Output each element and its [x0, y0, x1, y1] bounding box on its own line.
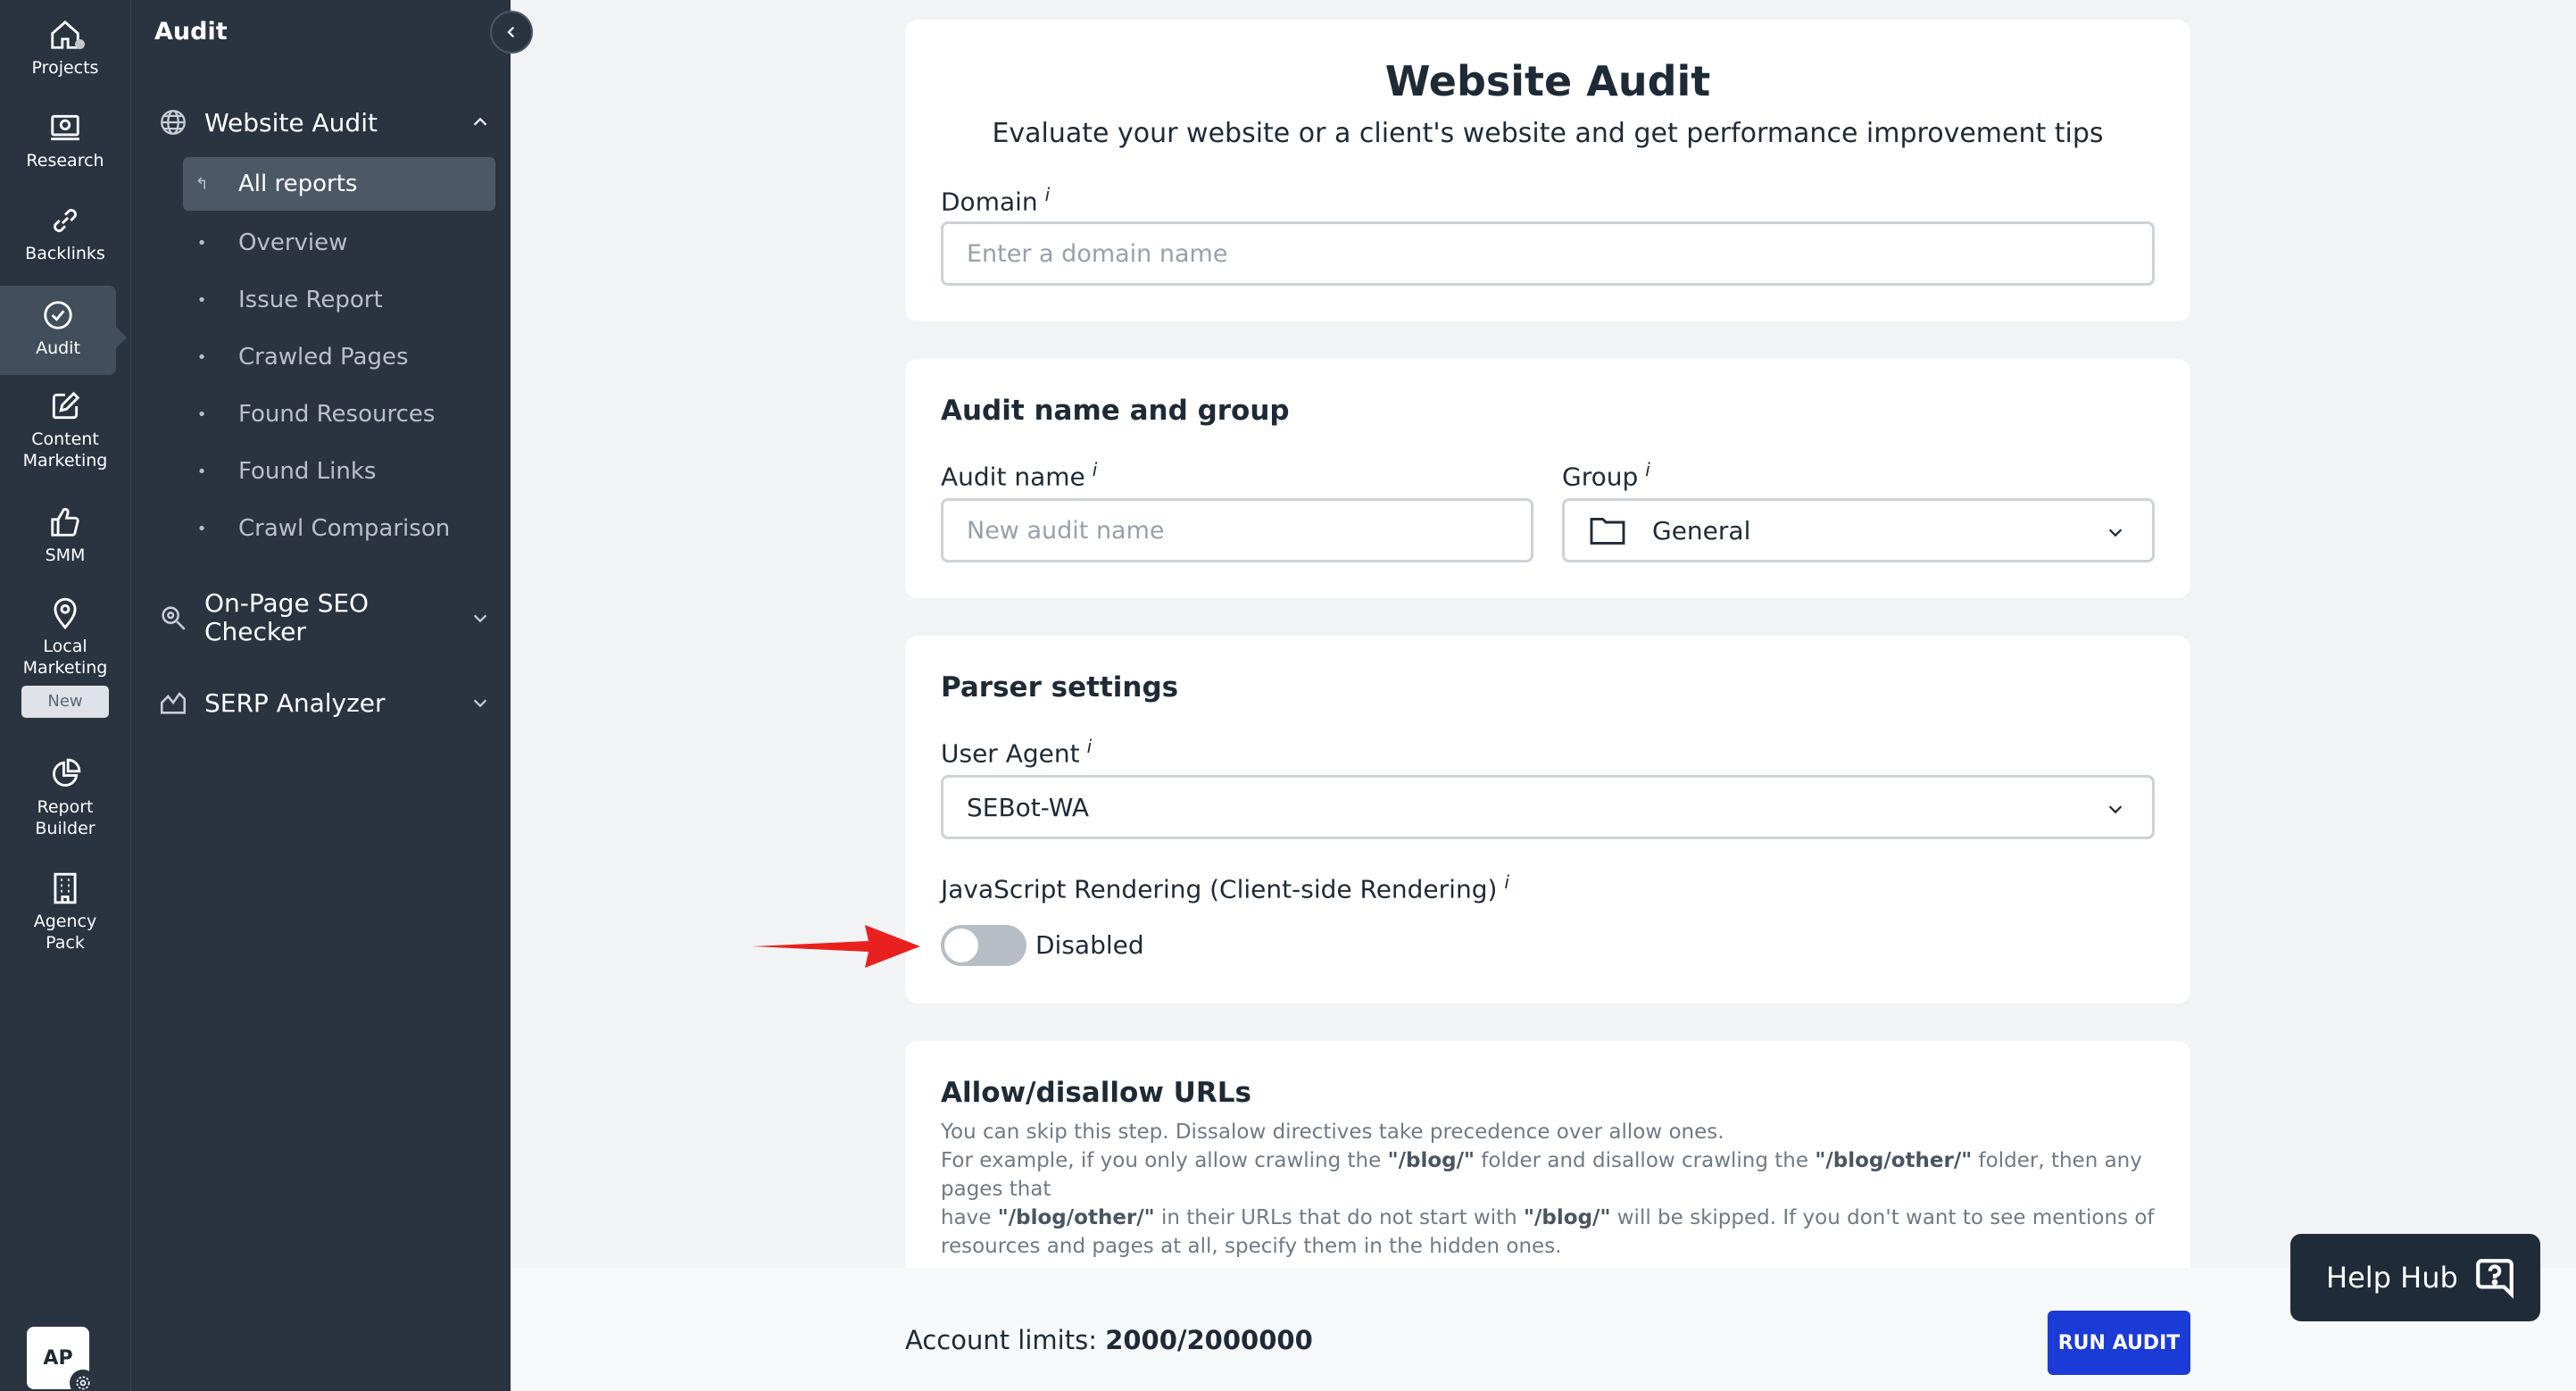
js-rendering-toggle[interactable]	[941, 925, 1026, 966]
secondary-sidebar: Audit Website Audit ↰ All reports • Over…	[130, 0, 533, 1391]
user-agent-select[interactable]: SEBot-WA	[941, 775, 2155, 839]
info-icon[interactable]: i	[1045, 184, 1051, 205]
parser-section-title: Parser settings	[941, 671, 1179, 704]
js-rendering-state: Disabled	[1035, 930, 1144, 960]
notification-dot	[75, 39, 85, 49]
sidebar-section-serp-analyzer[interactable]: SERP Analyzer	[158, 687, 487, 718]
info-icon[interactable]: i	[1504, 871, 1509, 893]
sidebar-item-overview[interactable]: • Overview	[183, 216, 495, 270]
chevron-down-icon	[2108, 529, 2123, 537]
js-rendering-label: JavaScript Rendering (Client-side Render…	[941, 871, 1509, 904]
toggle-knob	[944, 929, 978, 962]
sidebar-item-issue-report[interactable]: • Issue Report	[183, 273, 495, 327]
audit-name-label: Audit name i	[941, 459, 1098, 492]
group-select[interactable]: General	[1562, 498, 2155, 562]
domain-input[interactable]: Enter a domain name	[941, 221, 2155, 286]
edit-icon	[52, 391, 80, 420]
group-label: Group i	[1562, 459, 1650, 492]
page-title: Website Audit	[1384, 57, 1711, 105]
rail-research[interactable]: Research	[0, 111, 130, 171]
folder-icon	[1590, 517, 1625, 545]
sidebar-item-crawled-pages[interactable]: • Crawled Pages	[183, 330, 495, 384]
sidebar-title: Audit	[154, 18, 228, 46]
check-circle-icon	[44, 301, 72, 329]
globe-icon	[161, 110, 186, 135]
chevron-up-icon	[473, 117, 487, 126]
annotation-arrow	[752, 925, 920, 968]
map-pin-icon	[54, 597, 77, 630]
chevron-down-icon	[2108, 805, 2123, 814]
icon-rail: Projects Research Backlinks Audit Conten…	[0, 0, 130, 1391]
info-icon[interactable]: i	[1645, 459, 1650, 480]
allow-description: You can skip this step. Dissalow directi…	[941, 1120, 2155, 1258]
return-arrow-icon: ↰	[195, 174, 209, 194]
new-badge: New	[21, 686, 109, 718]
website-audit-card: Website Audit Evaluate your website or a…	[905, 20, 2190, 321]
footer-bar: Account limits: 2000/2000000 RUN AUDIT	[511, 1268, 2576, 1391]
sidebar-section-website-audit[interactable]: Website Audit	[158, 107, 487, 137]
rail-local-marketing[interactable]: Local Marketing New	[0, 596, 130, 718]
rail-projects[interactable]: Projects	[0, 18, 130, 79]
audit-name-card: Audit name and group Audit name i New aud…	[905, 359, 2190, 598]
audit-section-title: Audit name and group	[941, 395, 1290, 427]
user-agent-label: User Agent i	[941, 736, 1093, 769]
avatar[interactable]: AP	[27, 1327, 96, 1391]
info-icon[interactable]: i	[1093, 459, 1098, 480]
rail-backlinks[interactable]: Backlinks	[0, 204, 130, 264]
page-subtitle: Evaluate your website or a client's webs…	[992, 118, 2104, 149]
gear-icon	[70, 1370, 96, 1391]
pie-chart-icon	[53, 758, 81, 787]
thumbs-up-icon	[51, 507, 79, 537]
allow-section-title: Allow/disallow URLs	[941, 1077, 1251, 1109]
search-icon	[162, 606, 186, 630]
rail-audit[interactable]: Audit	[0, 286, 127, 375]
parser-settings-card: Parser settings User Agent i SEBot-WA Jav…	[905, 636, 2190, 1004]
info-icon[interactable]: i	[1087, 736, 1093, 757]
rail-smm[interactable]: SMM	[0, 505, 130, 566]
rail-agency-pack[interactable]: Agency Pack	[0, 871, 130, 954]
chevron-left-icon	[507, 26, 515, 38]
collapse-sidebar-button[interactable]	[490, 11, 533, 54]
sidebar-item-all-reports[interactable]: ↰ All reports	[183, 157, 495, 211]
rail-content-marketing[interactable]: Content Marketing	[0, 389, 130, 471]
help-hub-button[interactable]: Help Hub	[2290, 1234, 2540, 1321]
account-limits: Account limits: 2000/2000000	[905, 1325, 1313, 1355]
help-chat-icon	[2476, 1259, 2514, 1299]
active-notch	[116, 327, 127, 348]
research-icon	[51, 114, 79, 141]
run-audit-button[interactable]: RUN AUDIT	[2048, 1311, 2190, 1375]
chart-icon	[160, 692, 187, 714]
sidebar-item-crawl-comparison[interactable]: • Crawl Comparison	[183, 502, 495, 555]
chevron-down-icon	[473, 699, 487, 708]
chevron-down-icon	[473, 614, 487, 623]
rail-report-builder[interactable]: Report Builder	[0, 757, 130, 839]
building-icon	[54, 872, 77, 904]
sidebar-section-onpage-seo[interactable]: On-Page SEO Checker	[158, 589, 487, 646]
sidebar-item-found-links[interactable]: • Found Links	[183, 445, 495, 498]
sidebar-item-found-resources[interactable]: • Found Resources	[183, 387, 495, 441]
audit-name-input[interactable]: New audit name	[941, 498, 1533, 562]
domain-label: Domain i	[941, 184, 1051, 217]
link-icon	[54, 209, 77, 232]
